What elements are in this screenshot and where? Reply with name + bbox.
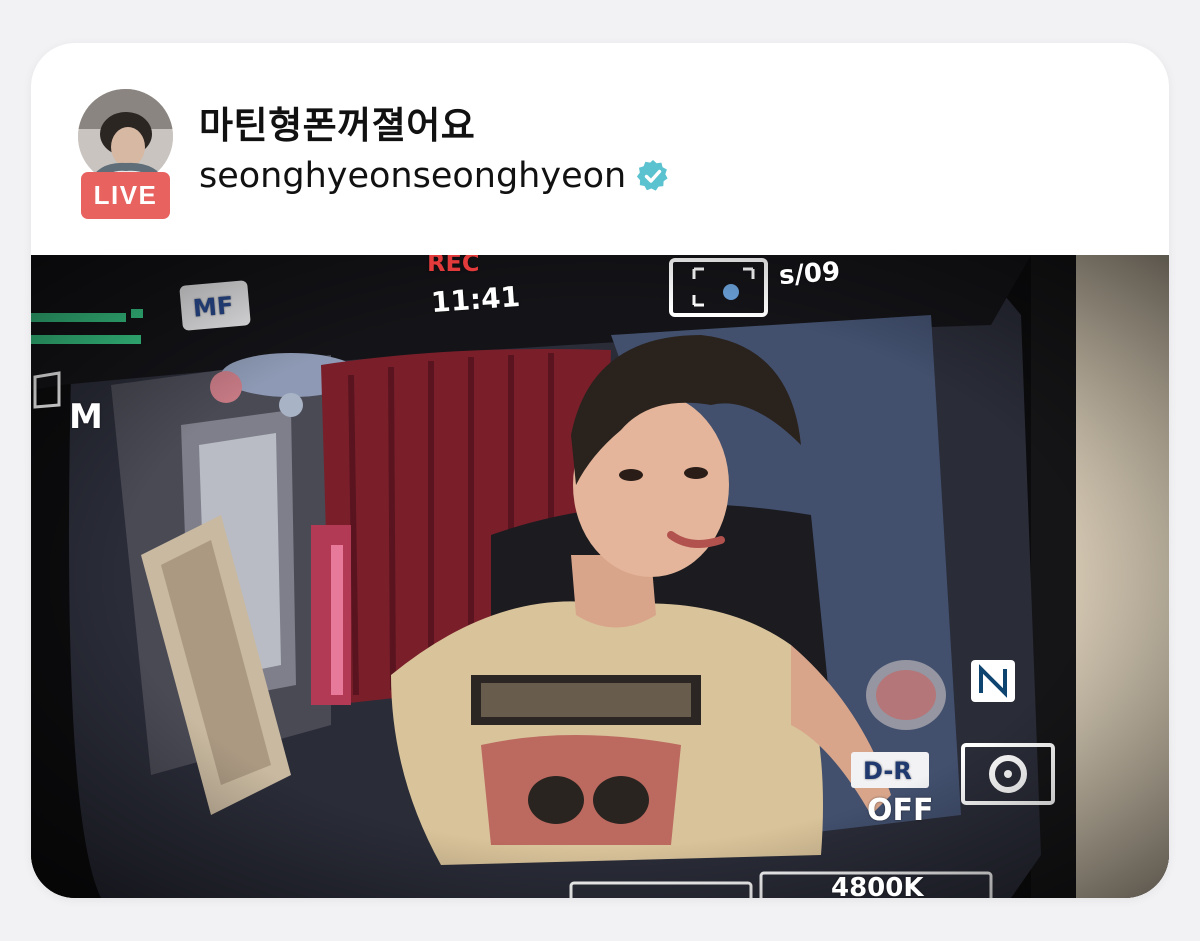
post-title: 마틴형폰꺼졀어요	[199, 104, 476, 147]
post-header: LIVE 마틴형폰꺼졀어요 seonghyeonseonghyeon	[31, 43, 1169, 255]
shutter-speed-label: s/09	[778, 256, 842, 292]
rec-indicator: REC	[427, 255, 480, 277]
focus-mode-label: MF	[191, 291, 235, 323]
white-balance-label: 4800K	[831, 873, 924, 898]
avatar[interactable]	[78, 89, 173, 184]
verified-badge-icon	[637, 160, 668, 191]
live-badge: LIVE	[81, 172, 170, 219]
avatar-with-live[interactable]: LIVE	[78, 89, 173, 219]
camera-screen-photo	[31, 255, 1169, 898]
shooting-mode-label: M	[69, 397, 103, 437]
dr-label: D-R	[863, 757, 912, 785]
avatar-image	[78, 89, 173, 184]
live-video-thumbnail[interactable]: REC 11:41 MF M s/09 D-R OFF 4800K	[31, 255, 1169, 898]
dr-value: OFF	[867, 793, 934, 828]
recording-time: 11:41	[429, 279, 522, 320]
live-post-card[interactable]: LIVE 마틴형폰꺼졀어요 seonghyeonseonghyeon REC 1…	[31, 43, 1169, 898]
username-row[interactable]: seonghyeonseonghyeon	[199, 156, 670, 196]
username[interactable]: seonghyeonseonghyeon	[199, 156, 626, 196]
